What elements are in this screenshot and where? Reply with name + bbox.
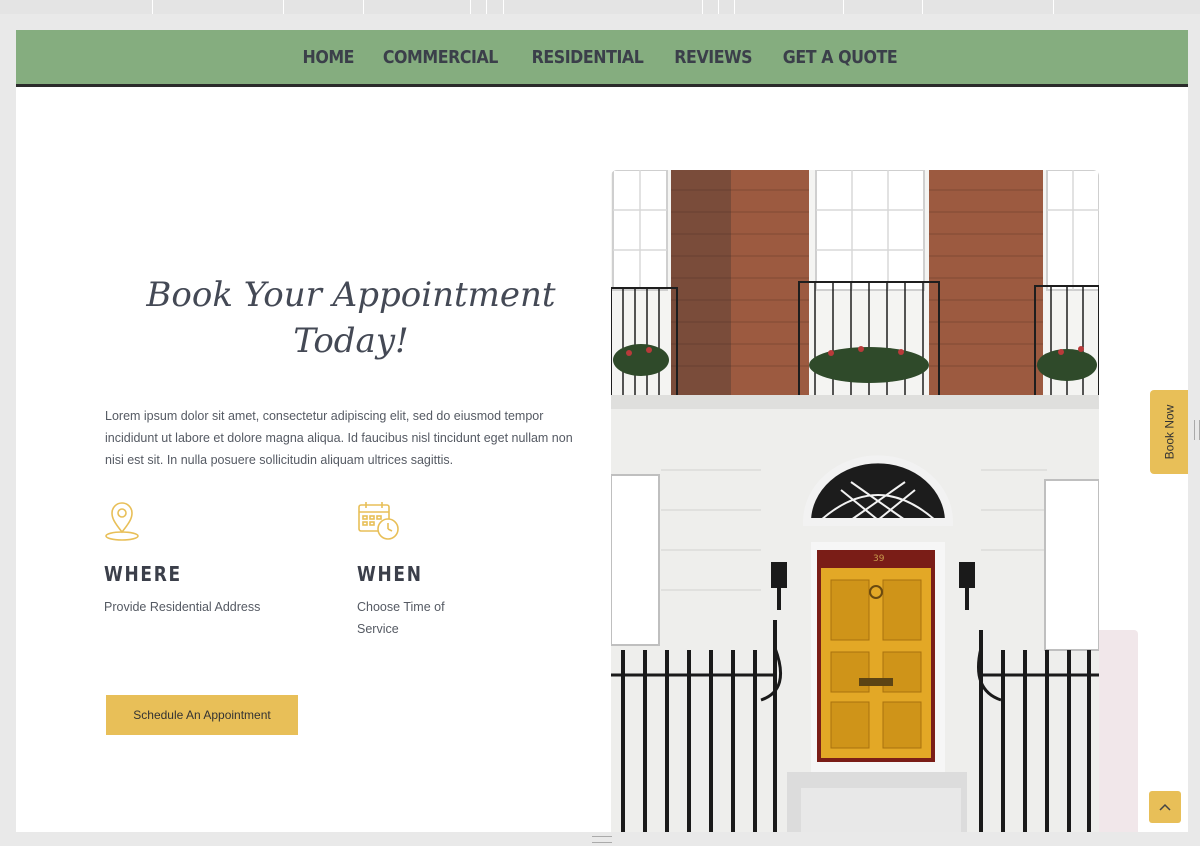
- townhouse-photo: 39: [611, 170, 1099, 832]
- calendar-clock-icon: [357, 500, 537, 542]
- feature-when-title: WHEN: [357, 562, 423, 586]
- nav-home[interactable]: HOME: [302, 47, 354, 68]
- nav-reviews[interactable]: REVIEWS: [674, 47, 752, 68]
- page: HOME COMMERCIAL RESIDENTIAL REVIEWS GET …: [16, 30, 1188, 832]
- tab-divider: [718, 0, 733, 14]
- nav-residential[interactable]: RESIDENTIAL: [532, 47, 644, 68]
- resize-handle-bottom[interactable]: [592, 836, 612, 843]
- feature-where: WHERE Provide Residential Address: [104, 500, 284, 618]
- resize-handle-right[interactable]: [1194, 420, 1200, 440]
- tab-divider: [283, 0, 364, 14]
- book-now-label: Book Now: [1162, 404, 1177, 460]
- tab-divider: [363, 0, 470, 14]
- tab-divider: [1053, 0, 1200, 14]
- tab-divider: [702, 0, 717, 14]
- tab-divider: [503, 0, 702, 14]
- chevron-up-icon: [1159, 803, 1171, 811]
- nav-get-a-quote[interactable]: GET A QUOTE: [783, 47, 898, 68]
- scroll-to-top-button[interactable]: [1149, 791, 1181, 823]
- feature-when: WHEN Choose Time of Service: [357, 500, 537, 640]
- schedule-appointment-button[interactable]: Schedule An Appointment: [106, 695, 298, 735]
- browser-tab-strip: [0, 0, 1200, 14]
- feature-when-desc: Choose Time of Service: [357, 600, 445, 636]
- tab-divider: [843, 0, 922, 14]
- hero-title: Book Your Appointment Today!: [116, 272, 586, 364]
- hero-title-line2: Today!: [293, 321, 409, 361]
- main-navigation: HOME COMMERCIAL RESIDENTIAL REVIEWS GET …: [16, 30, 1188, 84]
- hero-title-line1: Book Your Appointment: [146, 275, 556, 315]
- tab-divider: [152, 0, 283, 14]
- map-pin-icon: [104, 500, 284, 542]
- tab-divider: [734, 0, 843, 14]
- book-now-tab[interactable]: Book Now: [1150, 390, 1188, 474]
- feature-where-title: WHERE: [104, 562, 182, 586]
- tab-divider: [470, 0, 485, 14]
- feature-where-desc: Provide Residential Address: [104, 600, 261, 614]
- nav-commercial[interactable]: COMMERCIAL: [383, 47, 499, 68]
- tab-divider: [486, 0, 503, 14]
- intro-paragraph: Lorem ipsum dolor sit amet, consectetur …: [105, 408, 573, 467]
- tab-divider: [922, 0, 1053, 14]
- door-number: 39: [873, 554, 885, 564]
